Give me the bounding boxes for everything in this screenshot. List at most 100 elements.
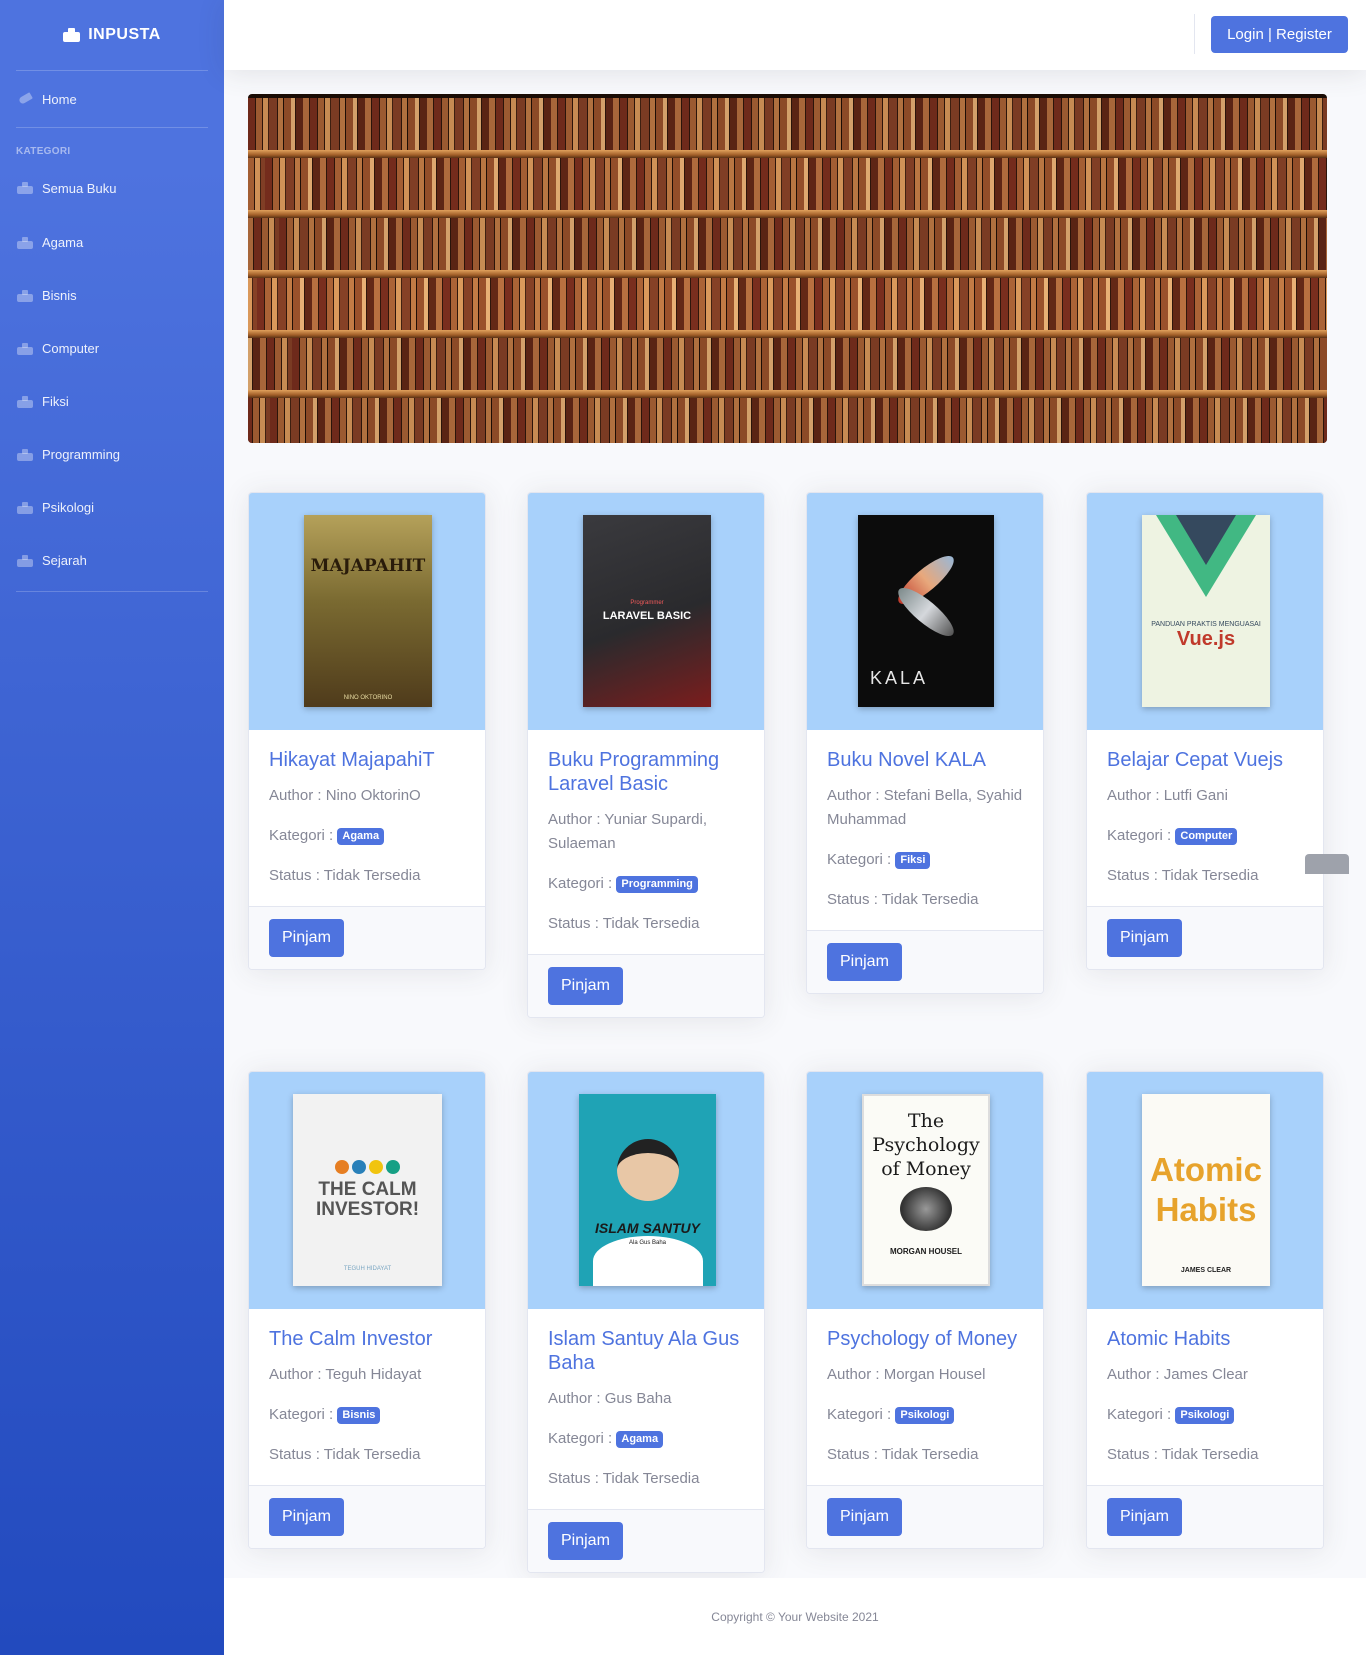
sidebar-item-home[interactable]: Home <box>0 71 224 127</box>
sidebar-item-psikologi[interactable]: Psikologi <box>0 481 224 534</box>
book-cover-image[interactable]: Atomic Habits JAMES CLEAR <box>1142 1094 1270 1286</box>
book-cover-image[interactable]: PANDUAN PRAKTIS MENGUASAI Vue.js <box>1142 515 1270 707</box>
book-cover-area: The Psychology of Money MORGAN HOUSEL <box>807 1072 1043 1309</box>
sidebar-divider <box>16 591 208 592</box>
box-icon <box>17 448 33 461</box>
pinjam-button[interactable]: Pinjam <box>827 943 902 981</box>
book-card-body: Belajar Cepat Vuejs Author : Lutfi Gani … <box>1087 730 1323 906</box>
sidebar-item-label: Psikologi <box>42 500 95 515</box>
book-card-footer: Pinjam <box>1087 1485 1323 1548</box>
book-cover-image[interactable]: The Psychology of Money MORGAN HOUSEL <box>862 1094 990 1286</box>
book-card: ISLAM SANTUY Ala Gus Baha Islam Santuy A… <box>527 1071 765 1573</box>
book-card: PANDUAN PRAKTIS MENGUASAI Vue.js Belajar… <box>1086 492 1324 970</box>
sidebar-item-label: Fiksi <box>42 394 69 409</box>
book-card-body: Hikayat MajapahiT Author : Nino OktorinO… <box>249 730 485 906</box>
kategori-badge: Bisnis <box>337 1406 381 1424</box>
book-title[interactable]: Atomic Habits <box>1107 1327 1303 1351</box>
scroll-to-top-button[interactable] <box>1305 854 1349 874</box>
sidebar-item-label: Computer <box>42 341 100 356</box>
sidebar-item-fiksi[interactable]: Fiksi <box>0 375 224 428</box>
pinjam-button[interactable]: Pinjam <box>548 967 623 1005</box>
box-icon <box>17 182 33 194</box>
book-kategori: Kategori : Agama <box>548 1427 744 1451</box>
book-status: Status : Tidak Tersedia <box>1107 1446 1259 1463</box>
sidebar-item-label: Bisnis <box>42 288 77 303</box>
book-kategori: Kategori : Bisnis <box>269 1403 465 1427</box>
book-card: THE CALM INVESTOR! TEGUH HIDAYAT The Cal… <box>248 1071 486 1549</box>
book-kategori: Kategori : Computer <box>1107 824 1303 848</box>
pinjam-button[interactable]: Pinjam <box>548 1522 623 1560</box>
book-title[interactable]: Psychology of Money <box>827 1327 1023 1351</box>
brand[interactable]: INPUSTA <box>0 0 224 70</box>
book-author: Author : Morgan Housel <box>827 1366 986 1383</box>
book-status: Status : Tidak Tersedia <box>827 1446 979 1463</box>
sidebar-item-computer[interactable]: Computer <box>0 322 224 375</box>
sidebar-heading: KATEGORI <box>16 146 71 157</box>
book-card-body: Islam Santuy Ala Gus Baha Author : Gus B… <box>528 1309 764 1509</box>
book-kategori: Kategori : Programming <box>548 872 744 896</box>
book-cover-area: THE CALM INVESTOR! TEGUH HIDAYAT <box>249 1072 485 1309</box>
box-icon <box>17 395 33 408</box>
book-card-footer: Pinjam <box>807 930 1043 993</box>
sidebar-item-agama[interactable]: Agama <box>0 216 224 269</box>
book-cover-image[interactable]: KALA <box>858 515 994 707</box>
book-kategori: Kategori : Psikologi <box>827 1403 1023 1427</box>
book-cover-area: PANDUAN PRAKTIS MENGUASAI Vue.js <box>1087 493 1323 730</box>
book-card-body: Buku Novel KALA Author : Stefani Bella, … <box>807 730 1043 930</box>
book-title[interactable]: Hikayat MajapahiT <box>269 748 465 772</box>
box-logo-icon <box>63 28 81 42</box>
book-card-footer: Pinjam <box>249 1485 485 1548</box>
sidebar-item-bisnis[interactable]: Bisnis <box>0 269 224 322</box>
pinjam-button[interactable]: Pinjam <box>1107 919 1182 957</box>
book-card: Atomic Habits JAMES CLEAR Atomic Habits … <box>1086 1071 1324 1549</box>
book-cover-image[interactable]: ISLAM SANTUY Ala Gus Baha <box>579 1094 716 1286</box>
copyright-text: Copyright © Your Website 2021 <box>711 1610 879 1624</box>
book-title[interactable]: Buku Programming Laravel Basic <box>548 748 744 796</box>
book-card-footer: Pinjam <box>528 1509 764 1572</box>
kategori-badge: Programming <box>616 875 698 893</box>
book-author: Author : Nino OktorinO <box>269 787 421 804</box>
book-cover-image[interactable]: MAJAPAHIT NINO OKTORINO <box>304 515 432 707</box>
topbar: Login | Register <box>224 0 1366 70</box>
book-cover-area: ISLAM SANTUY Ala Gus Baha <box>528 1072 764 1309</box>
book-card-body: Psychology of Money Author : Morgan Hous… <box>807 1309 1043 1485</box>
book-card: Programmer LARAVEL BASIC Buku Programmin… <box>527 492 765 1018</box>
book-status: Status : Tidak Tersedia <box>548 1470 700 1487</box>
box-icon <box>17 554 33 567</box>
box-icon <box>17 289 33 302</box>
book-title[interactable]: The Calm Investor <box>269 1327 465 1351</box>
book-author: Author : Yuniar Supardi, Sulaeman <box>548 811 707 852</box>
kategori-badge: Psikologi <box>895 1406 955 1424</box>
book-title[interactable]: Islam Santuy Ala Gus Baha <box>548 1327 744 1375</box>
login-register-button[interactable]: Login | Register <box>1211 16 1348 53</box>
pinjam-button[interactable]: Pinjam <box>269 919 344 957</box>
book-card: MAJAPAHIT NINO OKTORINO Hikayat Majapahi… <box>248 492 486 970</box>
book-cover-image[interactable]: THE CALM INVESTOR! TEGUH HIDAYAT <box>293 1094 442 1286</box>
book-status: Status : Tidak Tersedia <box>548 915 700 932</box>
book-cover-area: KALA <box>807 493 1043 730</box>
book-title[interactable]: Belajar Cepat Vuejs <box>1107 748 1303 772</box>
book-card: The Psychology of Money MORGAN HOUSEL Ps… <box>806 1071 1044 1549</box>
book-card-footer: Pinjam <box>249 906 485 969</box>
box-icon <box>17 236 33 249</box>
pinjam-button[interactable]: Pinjam <box>269 1498 344 1536</box>
book-author: Author : Teguh Hidayat <box>269 1366 422 1383</box>
box-icon <box>17 342 33 355</box>
sidebar-item-label: Semua Buku <box>42 180 117 196</box>
book-card-footer: Pinjam <box>528 954 764 1017</box>
rocket-icon <box>17 93 33 105</box>
sidebar-item-sejarah[interactable]: Sejarah <box>0 534 224 587</box>
book-title[interactable]: Buku Novel KALA <box>827 748 1023 772</box>
book-author: Author : Stefani Bella, Syahid Muhammad <box>827 787 1023 828</box>
sidebar-item-label: Home <box>42 91 77 107</box>
book-kategori: Kategori : Fiksi <box>827 848 1023 872</box>
sidebar-item-programming[interactable]: Programming <box>0 428 224 481</box>
hero-bookshelf-image <box>248 94 1327 443</box>
pinjam-button[interactable]: Pinjam <box>1107 1498 1182 1536</box>
pinjam-button[interactable]: Pinjam <box>827 1498 902 1536</box>
sidebar-item-semua-buku[interactable]: Semua Buku <box>0 160 224 216</box>
book-cover-image[interactable]: Programmer LARAVEL BASIC <box>583 515 711 707</box>
sidebar-category-list: Semua Buku Agama Bisnis Computer Fiksi P… <box>0 160 224 587</box>
box-icon <box>17 501 33 514</box>
book-status: Status : Tidak Tersedia <box>269 1446 421 1463</box>
